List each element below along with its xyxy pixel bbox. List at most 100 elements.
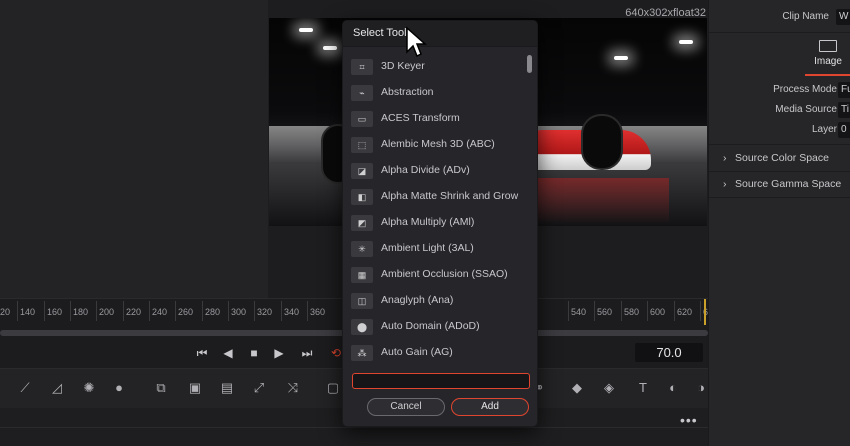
- skip-back-icon: ⏮: [196, 346, 208, 360]
- loop-icon: ⟲: [330, 346, 342, 360]
- media-source-label: Media Source: [775, 104, 837, 115]
- stadium-light: [323, 46, 337, 50]
- tool-list-item-label: Abstraction: [381, 86, 434, 98]
- ruler-tick-label: 340: [284, 307, 300, 317]
- media-source-row: Media Source Ti: [709, 101, 850, 119]
- clip-name-field[interactable]: W: [836, 9, 850, 25]
- clip-name-label: Clip Name: [782, 11, 829, 22]
- stop-button[interactable]: ■: [244, 343, 264, 363]
- ruler-tick-label: 580: [624, 307, 640, 317]
- inspector-divider: [709, 144, 850, 145]
- tool-list-item-label: Ambient Light (3AL): [381, 242, 474, 254]
- tool-list-item[interactable]: ✳ Ambient Light (3AL): [351, 237, 529, 261]
- tool-list-item[interactable]: ⬤ Auto Domain (ADoD): [351, 315, 529, 339]
- ruler-tick-line: [700, 301, 701, 321]
- tab-image[interactable]: Image: [805, 38, 850, 76]
- color-curves-tool-icon[interactable]: ◿: [48, 379, 66, 397]
- tool-list[interactable]: ⌗ 3D Keyer ⌁ Abstraction ▭ ACES Transform ⬚ Ale…: [343, 55, 529, 367]
- ruler-tick-label: 140: [20, 307, 36, 317]
- tool-list-item-label: Auto Gain (AG): [381, 346, 453, 358]
- ruler-tick-line: [228, 301, 229, 321]
- transform-tool-icon[interactable]: ⤨: [284, 379, 302, 397]
- playhead-marker[interactable]: [704, 299, 706, 325]
- resize-tool-icon[interactable]: ⤢: [250, 379, 268, 397]
- process-mode-row: Process Mode Fu: [709, 81, 850, 99]
- tab-active-indicator: [805, 74, 850, 76]
- tool-list-item[interactable]: ◩ Alpha Multiply (AMl): [351, 211, 529, 235]
- ruler-tick-label: 160: [47, 307, 63, 317]
- process-mode-label: Process Mode: [773, 84, 837, 95]
- ruler-tick-line: [307, 301, 308, 321]
- layer-field[interactable]: 0: [838, 122, 850, 138]
- ruler-tick-label: 600: [650, 307, 666, 317]
- tool-list-item[interactable]: ◧ Alpha Matte Shrink and Grow: [351, 185, 529, 209]
- alpha-divide-icon: ◪: [351, 163, 373, 179]
- ruler-tick-label: 240: [152, 307, 168, 317]
- crop-tool-icon[interactable]: ▢: [324, 379, 342, 397]
- dialog-title: Select Tool: [353, 27, 407, 39]
- drop-tool-icon[interactable]: ●: [110, 379, 128, 397]
- tool-list-item-label: Alpha Divide (ADv): [381, 164, 470, 176]
- go-to-end-button[interactable]: ⏭: [297, 343, 317, 363]
- process-mode-select[interactable]: Fu: [838, 82, 850, 98]
- stadium-light: [614, 56, 628, 60]
- ruler-tick-line: [254, 301, 255, 321]
- abstraction-icon: ⌁: [351, 85, 373, 101]
- 3d-shape-tool-icon[interactable]: ◆: [568, 379, 586, 397]
- ruler-tick-label: 220: [126, 307, 142, 317]
- alpha-multiply-icon: ◩: [351, 215, 373, 231]
- section-source-color-space[interactable]: › Source Color Space: [723, 149, 850, 167]
- tool-list-item-label: Alpha Matte Shrink and Grow: [381, 190, 519, 202]
- text-3d-tool-icon[interactable]: T: [634, 379, 652, 397]
- ruler-tick-line: [17, 301, 18, 321]
- inspector-divider: [709, 32, 850, 33]
- mouse-cursor-icon: [406, 26, 427, 58]
- merge-tool-icon[interactable]: ⧉: [152, 379, 170, 397]
- tool-list-item[interactable]: ◪ Alpha Divide (ADv): [351, 159, 529, 183]
- screen-tool-icon[interactable]: ▤: [218, 379, 236, 397]
- domain-icon: ⬤: [351, 319, 373, 335]
- layer-label: Layer: [811, 124, 837, 135]
- tool-list-item[interactable]: ▭ ACES Transform: [351, 107, 529, 131]
- dialog-header[interactable]: Select Tool: [343, 21, 537, 47]
- curves-tool-icon[interactable]: ⟋: [16, 379, 34, 397]
- tool-list-item[interactable]: ⬚ Alembic Mesh 3D (ABC): [351, 133, 529, 157]
- chevron-right-icon: ›: [723, 152, 727, 164]
- occlusion-icon: ▦: [351, 267, 373, 283]
- play-reverse-button[interactable]: ◀: [218, 343, 238, 363]
- ruler-tick-line: [202, 301, 203, 321]
- ruler-tick-line: [44, 301, 45, 321]
- alpha-matte-icon: ◧: [351, 189, 373, 205]
- add-button[interactable]: Add: [451, 398, 529, 416]
- tool-list-item[interactable]: ⁂ Auto Gain (AG): [351, 341, 529, 365]
- tool-list-item[interactable]: ⌁ Abstraction: [351, 81, 529, 105]
- tool-search-input[interactable]: [352, 373, 530, 389]
- tool-list-item-label: Alpha Multiply (AMl): [381, 216, 475, 228]
- media-source-select[interactable]: Ti: [838, 102, 850, 118]
- ruler-tick-label: 20: [0, 307, 11, 317]
- tool-list-item-label: ACES Transform: [381, 112, 460, 124]
- more-options-icon[interactable]: •••: [680, 412, 698, 428]
- section-label: Source Color Space: [735, 152, 829, 164]
- current-frame-field[interactable]: 70.0: [635, 343, 703, 362]
- play-reverse-icon: ◀: [223, 346, 233, 360]
- tool-list-item[interactable]: ⌗ 3D Keyer: [351, 55, 529, 79]
- camera-3d-tool-icon[interactable]: ◐: [664, 379, 682, 397]
- ruler-tick-label: 280: [205, 307, 221, 317]
- cancel-button[interactable]: Cancel: [367, 398, 445, 416]
- ruler-tick-line: [70, 301, 71, 321]
- tool-list-scrollbar[interactable]: [527, 55, 532, 73]
- play-button[interactable]: ▶: [269, 343, 289, 363]
- section-source-gamma-space[interactable]: › Source Gamma Space: [723, 175, 850, 193]
- tool-list-item[interactable]: ▦ Ambient Occlusion (SSAO): [351, 263, 529, 287]
- ruler-tick-line: [175, 301, 176, 321]
- tool-list-item[interactable]: ◫ Anaglyph (Ana): [351, 289, 529, 313]
- brightness-tool-icon[interactable]: ✺: [80, 379, 98, 397]
- go-to-start-button[interactable]: ⏮: [192, 343, 212, 363]
- ruler-tick-line: [96, 301, 97, 321]
- layers-tool-icon[interactable]: ▣: [186, 379, 204, 397]
- node-grid-line: [0, 427, 708, 428]
- 3d-merge-tool-icon[interactable]: ◈: [600, 379, 618, 397]
- tool-list-item-label: Alembic Mesh 3D (ABC): [381, 138, 495, 150]
- keyer-icon: ⌗: [351, 59, 373, 75]
